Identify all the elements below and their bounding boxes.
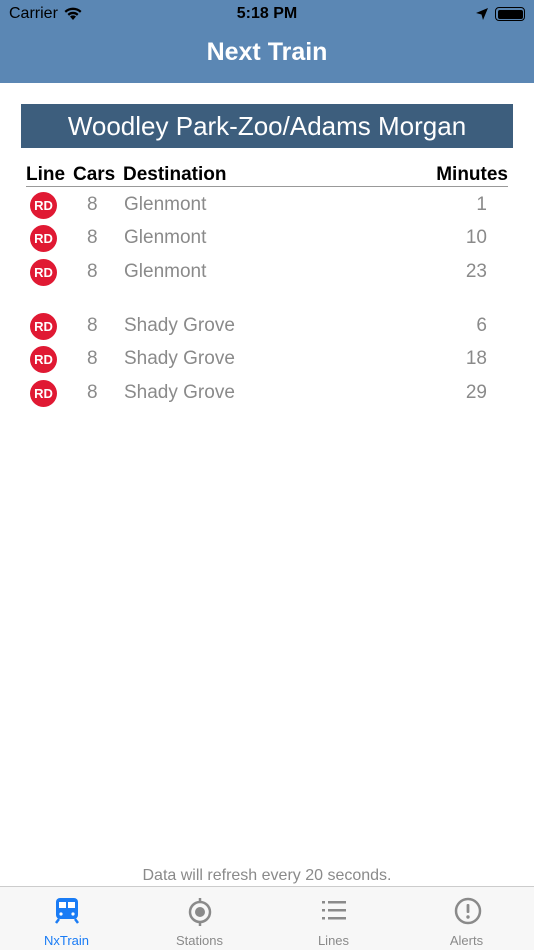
tab-label: Stations xyxy=(176,933,223,948)
tab-label: NxTrain xyxy=(43,933,90,948)
table-row: RD 8 Glenmont 23 xyxy=(26,257,508,287)
tab-label: Lines xyxy=(317,933,350,948)
cars-value: 8 xyxy=(87,315,98,336)
list-icon xyxy=(322,901,346,920)
table-row: RD 8 Shady Grove 6 xyxy=(26,311,508,341)
tab-nxtrain[interactable]: NxTrain xyxy=(0,887,133,951)
minutes-value: 6 xyxy=(476,315,487,336)
alert-icon xyxy=(454,897,482,925)
header-line: Line xyxy=(26,164,66,185)
clock: 5:18 PM xyxy=(236,5,298,22)
station-name: Woodley Park-Zoo/Adams Morgan xyxy=(21,104,513,148)
minutes-value: 1 xyxy=(476,194,487,215)
minutes-value: 18 xyxy=(465,348,487,369)
destination-value: Glenmont xyxy=(124,194,207,215)
cars-value: 8 xyxy=(87,227,98,248)
cars-value: 8 xyxy=(87,382,98,403)
table-header: Line Cars Destination Minutes xyxy=(26,164,508,187)
line-badge: RD xyxy=(30,259,57,286)
header-destination: Destination xyxy=(123,164,227,185)
status-bar: Carrier 5:18 PM xyxy=(0,4,534,26)
minutes-value: 23 xyxy=(465,261,487,282)
tab-label: Alerts xyxy=(449,933,484,948)
train-icon xyxy=(55,898,79,924)
line-badge: RD xyxy=(30,313,57,340)
tab-bar: NxTrain Stations Lines Alerts xyxy=(0,886,534,950)
header-cars: Cars xyxy=(73,164,116,185)
cars-value: 8 xyxy=(87,261,98,282)
table-row: RD 8 Shady Grove 29 xyxy=(26,378,508,408)
destination-value: Shady Grove xyxy=(124,315,235,336)
location-target-icon xyxy=(188,898,212,926)
destination-value: Glenmont xyxy=(124,261,207,282)
line-badge: RD xyxy=(30,380,57,407)
table-row: RD 8 Glenmont 10 xyxy=(26,223,508,253)
line-badge: RD xyxy=(30,225,57,252)
line-badge: RD xyxy=(30,192,57,219)
destination-value: Glenmont xyxy=(124,227,207,248)
minutes-value: 29 xyxy=(465,382,487,403)
destination-value: Shady Grove xyxy=(124,382,235,403)
tab-alerts[interactable]: Alerts xyxy=(400,887,533,951)
tab-stations[interactable]: Stations xyxy=(133,887,266,951)
destination-value: Shady Grove xyxy=(124,348,235,369)
tab-lines[interactable]: Lines xyxy=(267,887,400,951)
page-title: Next Train xyxy=(206,38,328,66)
battery-icon xyxy=(495,7,525,21)
location-arrow-icon xyxy=(476,8,488,20)
navigation-bar: Carrier 5:18 PM Next Train xyxy=(0,0,534,83)
table-row: RD 8 Glenmont 1 xyxy=(26,190,508,220)
header-minutes: Minutes xyxy=(436,164,508,185)
minutes-value: 10 xyxy=(465,227,487,248)
cars-value: 8 xyxy=(87,348,98,369)
refresh-note: Data will refresh every 20 seconds. xyxy=(142,867,392,884)
table-row: RD 8 Shady Grove 18 xyxy=(26,344,508,374)
line-badge: RD xyxy=(30,346,57,373)
cars-value: 8 xyxy=(87,194,98,215)
